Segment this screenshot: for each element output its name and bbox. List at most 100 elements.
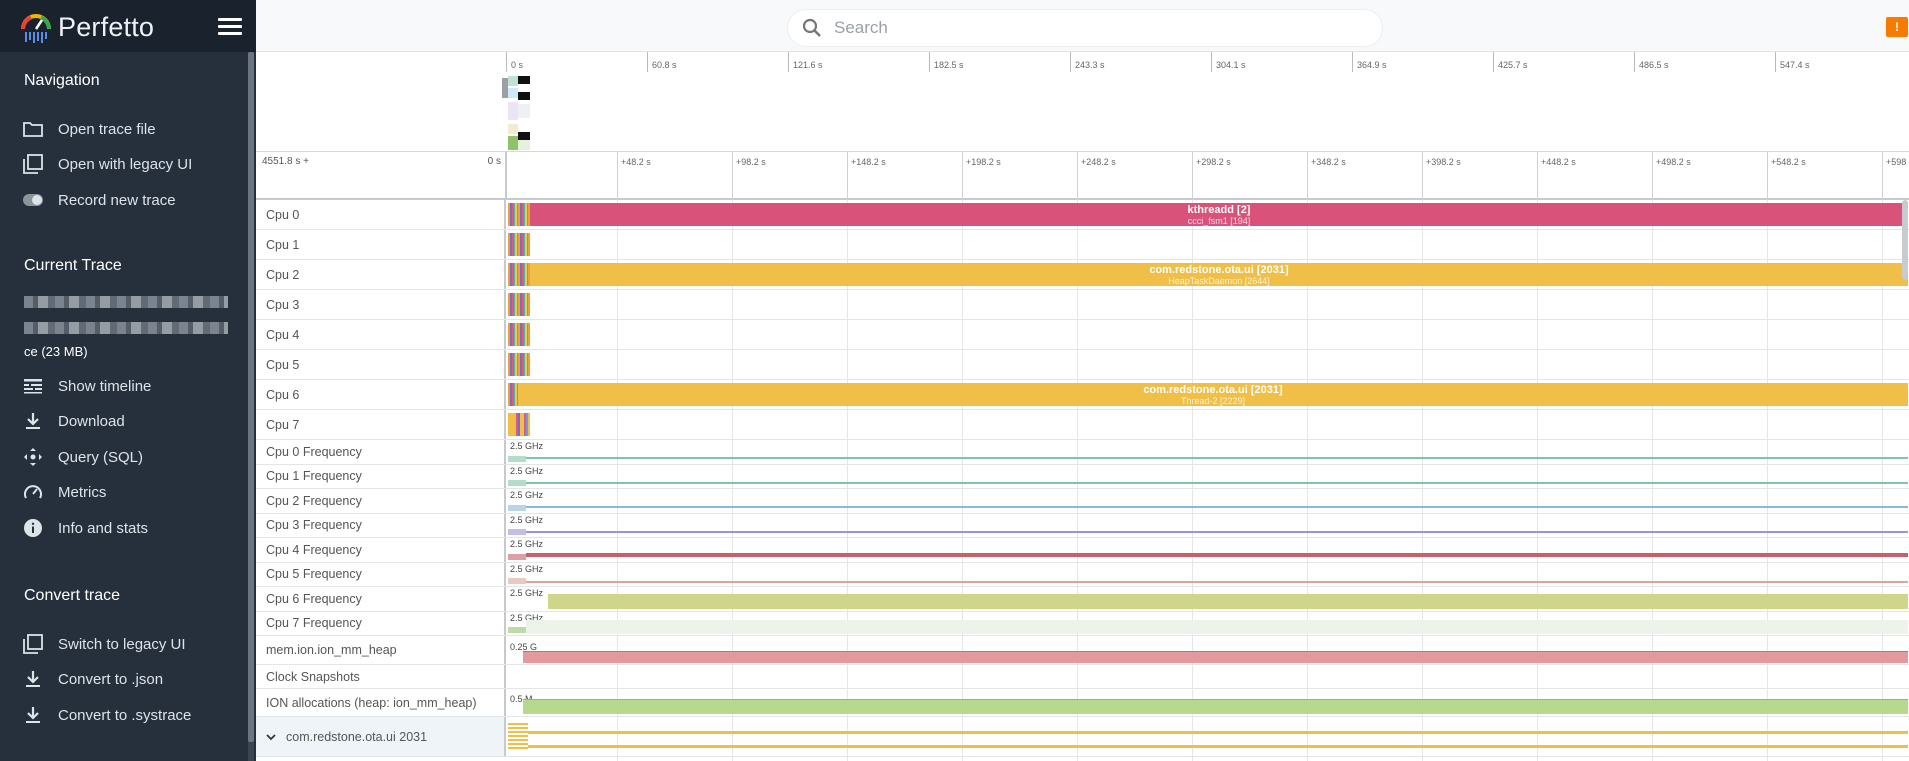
overview-tick: 547.4 s (1775, 52, 1810, 72)
cpu-track[interactable]: Cpu 1 (256, 230, 1909, 260)
time-axis[interactable]: 4551.8 s + 0 s +48.2 s +98.2 s +148.2 s … (256, 152, 1909, 200)
time-zero-label: 0 s (487, 156, 501, 167)
query-sql-item[interactable]: Query (SQL) (22, 443, 242, 471)
overview-activity (508, 102, 518, 120)
search-input[interactable] (834, 18, 1334, 38)
overview-timeline[interactable]: 0 s 60.8 s 121.6 s 182.5 s 243.3 s 304.1… (256, 52, 1909, 152)
cpu-frequency-track[interactable]: Cpu 5 Frequency 2.5 GHz (256, 562, 1909, 587)
cpu-slices[interactable] (508, 203, 530, 226)
query-sql-label: Query (SQL) (58, 448, 144, 466)
time-axis-divider (505, 152, 507, 200)
warning-icon[interactable]: ! (1886, 17, 1908, 37)
metrics-item[interactable]: Metrics (22, 478, 242, 506)
overview-tick: 243.3 s (1070, 52, 1105, 72)
sidebar-scrollbar[interactable] (248, 52, 254, 742)
sidebar: Perfetto Navigation Open trace file Open… (0, 0, 256, 761)
track-name: Cpu 6 (256, 380, 506, 409)
track-content[interactable]: kthreadd [2] ccci_fsm1 [194] (506, 200, 1909, 229)
track-content[interactable] (506, 290, 1909, 319)
track-content[interactable]: 2.5 GHz (506, 489, 1909, 513)
cpu-track[interactable]: Cpu 3 (256, 290, 1909, 320)
convert-json-item[interactable]: Convert to .json (22, 665, 242, 693)
cpu-frequency-track[interactable]: Cpu 3 Frequency 2.5 GHz (256, 513, 1909, 538)
track-name: Cpu 0 Frequency (256, 440, 506, 464)
track-name: Cpu 1 Frequency (256, 464, 506, 488)
cpu-frequency-track[interactable]: Cpu 6 Frequency 2.5 GHz (256, 587, 1909, 612)
track-name: Cpu 6 Frequency (256, 587, 506, 611)
cpu-frequency-track[interactable]: Cpu 0 Frequency 2.5 GHz (256, 440, 1909, 465)
cpu-slices[interactable] (508, 353, 530, 376)
hamburger-menu-icon[interactable] (218, 18, 242, 36)
overview-activity (508, 88, 518, 98)
counter-track[interactable]: mem.ion.ion_mm_heap 0.25 G (256, 636, 1909, 665)
cpu-slices[interactable] (508, 233, 530, 256)
track-content[interactable]: 2.5 GHz (506, 538, 1909, 562)
open-trace-file-label: Open trace file (58, 120, 156, 138)
track-content[interactable]: 0.5 M (506, 689, 1909, 716)
show-timeline-item[interactable]: Show timeline (22, 372, 242, 400)
cpu-track[interactable]: Cpu 2 com.redstone.ota.ui [2031] HeapTas… (256, 260, 1909, 290)
frequency-line (526, 580, 1908, 583)
chevron-down-icon[interactable] (266, 732, 276, 742)
cpu-frequency-track[interactable]: Cpu 2 Frequency 2.5 GHz (256, 489, 1909, 514)
track-content[interactable] (506, 665, 1909, 688)
cpu-slice[interactable]: com.redstone.ota.ui [2031] Thread-2 [222… (518, 383, 1908, 406)
switch-legacy-ui-item[interactable]: Switch to legacy UI (22, 630, 242, 658)
open-trace-file-item[interactable]: Open trace file (22, 115, 242, 143)
track-content[interactable]: 2.5 GHz (506, 612, 1909, 636)
track-name: mem.ion.ion_mm_heap (256, 636, 506, 664)
cpu-slices[interactable] (508, 323, 530, 346)
info-and-stats-item[interactable]: Info and stats (22, 514, 242, 542)
overview-tick: 304.1 s (1211, 52, 1246, 72)
cpu-slice[interactable]: kthreadd [2] ccci_fsm1 [194] (530, 203, 1908, 226)
thread-state-line (528, 745, 1908, 748)
folder-icon (22, 118, 44, 140)
thread-slices[interactable] (508, 723, 528, 751)
process-group-track[interactable]: com.redstone.ota.ui 2031 (256, 717, 1909, 757)
track-content[interactable] (506, 350, 1909, 379)
open-legacy-ui-item[interactable]: Open with legacy UI (22, 150, 242, 178)
cpu-frequency-track[interactable]: Cpu 1 Frequency 2.5 GHz (256, 464, 1909, 489)
metrics-label: Metrics (58, 483, 107, 501)
track-content[interactable]: com.redstone.ota.ui [2031] Thread-2 [222… (506, 380, 1909, 409)
track-content[interactable] (506, 230, 1909, 259)
track-content[interactable] (506, 320, 1909, 349)
track-content[interactable]: 2.5 GHz (506, 587, 1909, 611)
cpu-slices[interactable] (508, 263, 530, 286)
cpu-slice[interactable]: com.redstone.ota.ui [2031] HeapTaskDaemo… (530, 263, 1908, 286)
counter-track[interactable]: ION allocations (heap: ion_mm_heap) 0.5 … (256, 689, 1909, 717)
cpu-frequency-track[interactable]: Cpu 7 Frequency 2.5 GHz (256, 611, 1909, 636)
time-tick: +498.2 s (1652, 152, 1691, 200)
track-content[interactable]: com.redstone.ota.ui [2031] HeapTaskDaemo… (506, 260, 1909, 289)
process-group-header[interactable]: com.redstone.ota.ui 2031 (256, 717, 506, 756)
cpu-track[interactable]: Cpu 6 com.redstone.ota.ui [2031] Thread-… (256, 380, 1909, 410)
app-title: Perfetto (58, 12, 155, 42)
frequency-label: 2.5 GHz (510, 588, 544, 598)
cpu-frequency-track[interactable]: Cpu 4 Frequency 2.5 GHz (256, 538, 1909, 563)
clock-snapshots-track[interactable]: Clock Snapshots (256, 665, 1909, 689)
track-content[interactable] (506, 410, 1909, 439)
overview-activity (518, 132, 530, 140)
cpu-slices[interactable] (508, 293, 530, 316)
frequency-bar (548, 594, 1908, 609)
track-name: Cpu 3 Frequency (256, 513, 506, 537)
track-content[interactable] (506, 717, 1909, 756)
cpu-slices[interactable] (508, 413, 530, 436)
convert-systrace-item[interactable]: Convert to .systrace (22, 701, 242, 729)
track-content[interactable]: 2.5 GHz (506, 563, 1909, 587)
cpu-track[interactable]: Cpu 0 kthreadd [2] ccci_fsm1 [194] (256, 200, 1909, 230)
track-panel-scrollbar[interactable] (1902, 200, 1908, 280)
cpu-track[interactable]: Cpu 4 (256, 320, 1909, 350)
track-content[interactable]: 2.5 GHz (506, 514, 1909, 538)
track-content[interactable]: 2.5 GHz (506, 440, 1909, 464)
search-box[interactable] (788, 10, 1382, 46)
cpu-track[interactable]: Cpu 7 (256, 410, 1909, 440)
download-item[interactable]: Download (22, 407, 242, 435)
cpu-track[interactable]: Cpu 5 (256, 350, 1909, 380)
track-content[interactable]: 0.25 G (506, 636, 1909, 664)
frequency-label: 2.5 GHz (510, 441, 544, 451)
record-new-trace-item[interactable]: Record new trace (22, 186, 242, 214)
track-panel[interactable]: Cpu 0 kthreadd [2] ccci_fsm1 [194] Cpu 1… (256, 200, 1909, 761)
track-content[interactable]: 2.5 GHz (506, 465, 1909, 489)
cpu-slices[interactable] (508, 383, 518, 406)
